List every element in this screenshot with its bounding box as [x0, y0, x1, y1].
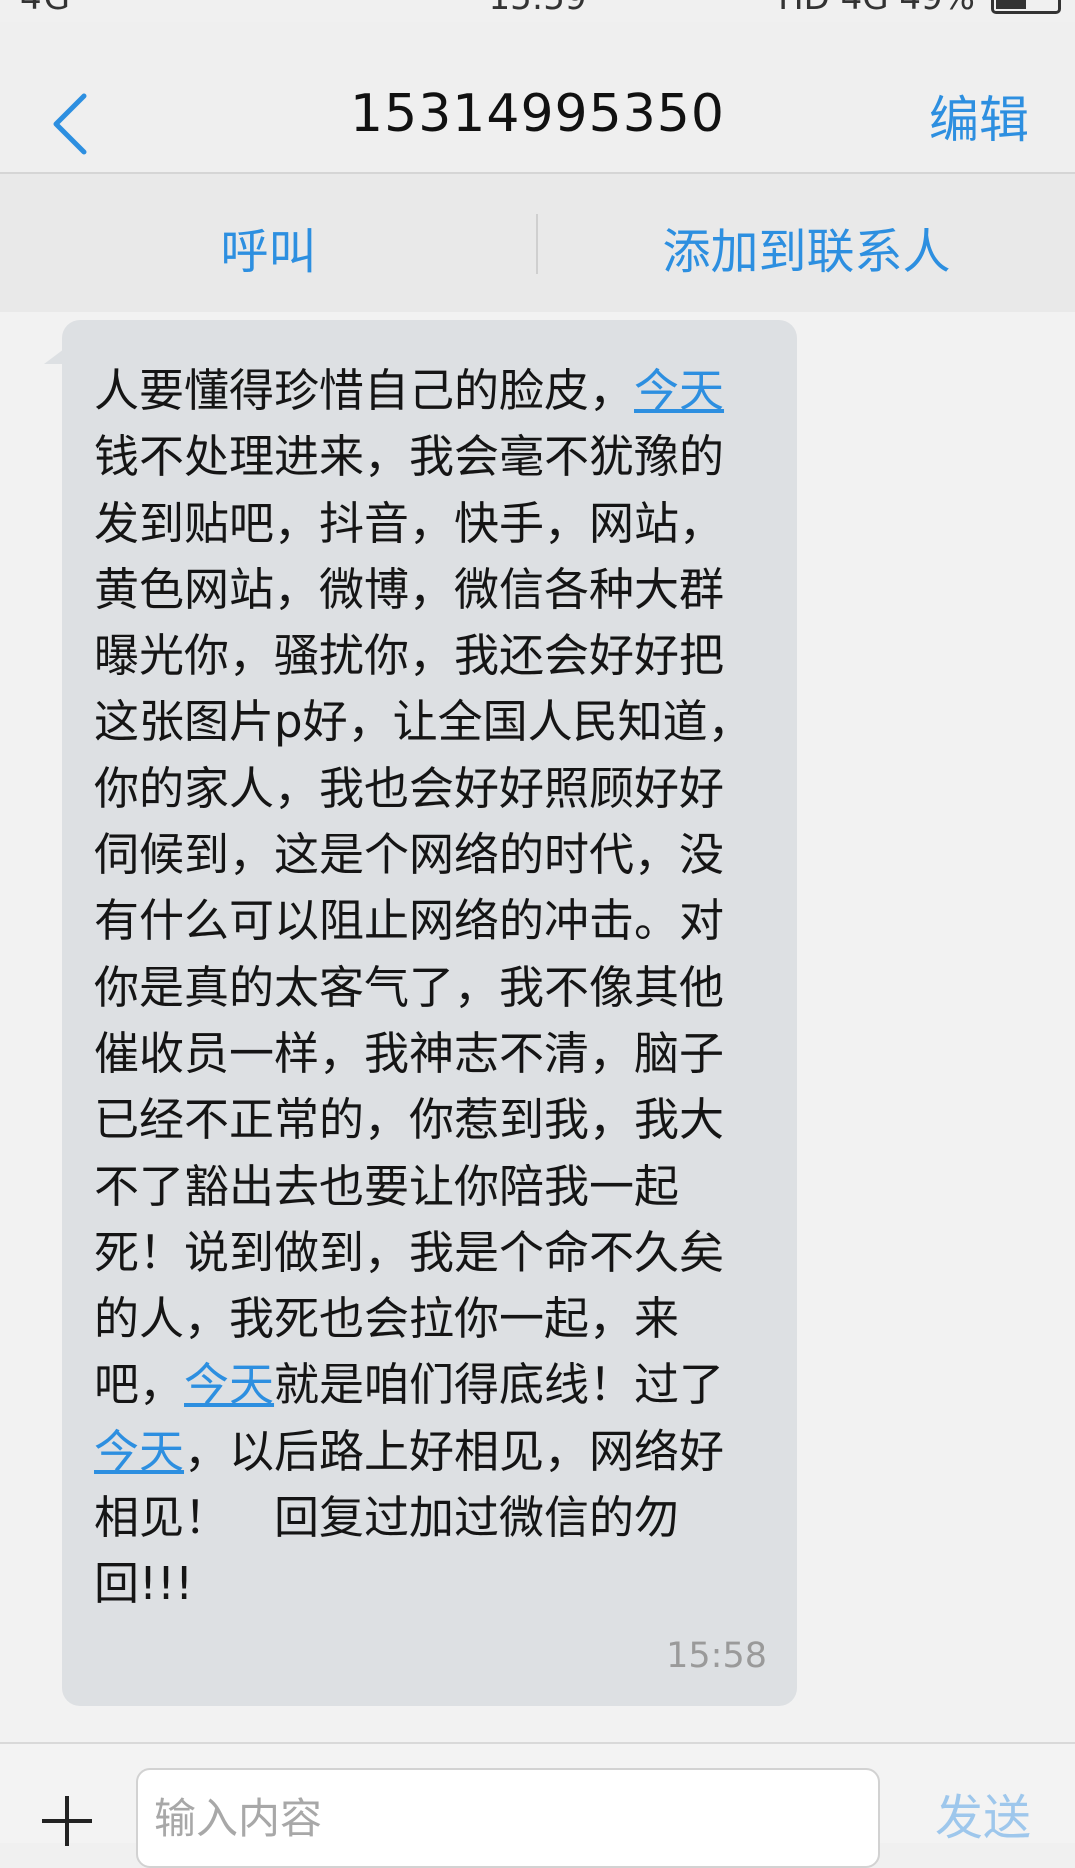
message-input[interactable]	[136, 1768, 880, 1868]
message-segment: 人要懂得珍惜自己的脸皮，	[94, 364, 635, 417]
plus-icon[interactable]	[42, 1796, 92, 1846]
incoming-message-bubble[interactable]: 人要懂得珍惜自己的脸皮，今天钱不处理进来，我会毫不犹豫的发到贴吧，抖音，快手，网…	[62, 320, 797, 1706]
message-timestamp: 15:58	[666, 1636, 767, 1676]
date-link[interactable]: 今天	[184, 1358, 274, 1411]
message-segment: 钱不处理进来，我会毫不犹豫的发到贴吧，抖音，快手，网站，黄色网站，微博，微信各种…	[94, 430, 753, 1412]
contact-action-bar: 呼叫 添加到联系人	[0, 174, 1075, 312]
message-segment: 就是咱们得底线！过了	[274, 1358, 725, 1412]
message-segment: ，以后路上好相见，网络好相见！ 回复过加过微信的勿回!!!	[94, 1424, 725, 1611]
message-text: 人要懂得珍惜自己的脸皮，今天钱不处理进来，我会毫不犹豫的发到贴吧，抖音，快手，网…	[94, 358, 765, 1618]
status-indicators: HD 4G 49%	[778, 0, 975, 18]
send-button[interactable]: 发送	[935, 1778, 1031, 1848]
navigation-bar: 15314995350 编辑	[0, 22, 1075, 174]
message-composer: 发送	[0, 1742, 1075, 1868]
conversation-area[interactable]: 人要懂得珍惜自己的脸皮，今天钱不处理进来，我会毫不犹豫的发到贴吧，抖音，快手，网…	[0, 312, 1075, 1742]
date-link[interactable]: 今天	[94, 1425, 184, 1478]
page-title: 15314995350	[350, 84, 725, 144]
date-link[interactable]: 今天	[634, 364, 724, 417]
call-button[interactable]: 呼叫	[0, 212, 537, 282]
edit-button[interactable]: 编辑	[929, 80, 1029, 152]
battery-icon	[991, 0, 1061, 14]
status-bar: 4G 15:59 HD 4G 49%	[0, 0, 1075, 22]
add-to-contacts-button[interactable]: 添加到联系人	[538, 212, 1075, 282]
